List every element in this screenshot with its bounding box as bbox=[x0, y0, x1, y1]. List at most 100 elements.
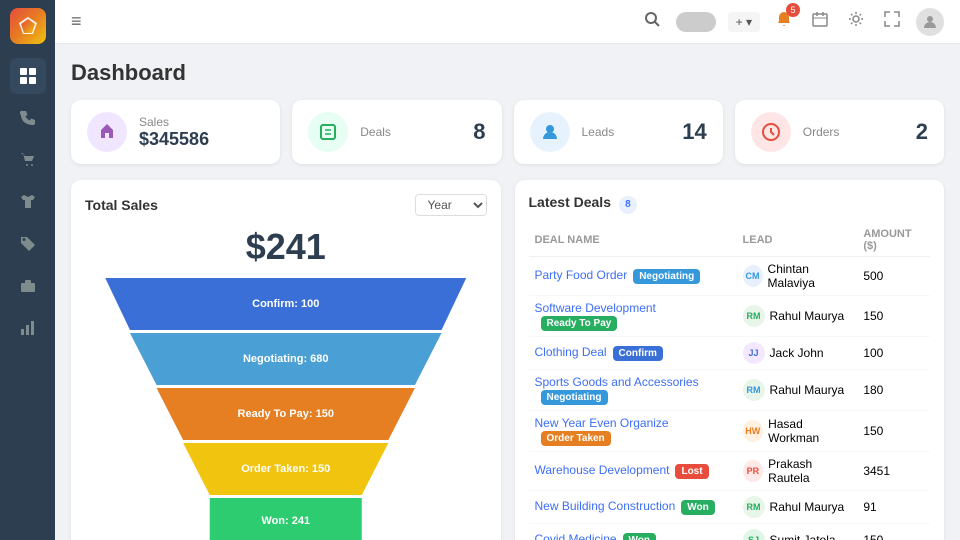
table-row: Clothing Deal Confirm JJ Jack John 100 bbox=[529, 336, 931, 369]
lead-avatar: PR bbox=[743, 460, 764, 482]
lead-avatar: JJ bbox=[743, 342, 765, 364]
lead-avatar: SJ bbox=[743, 529, 765, 540]
user-avatar[interactable] bbox=[916, 8, 944, 36]
funnel-segment-2: Ready To Pay: 150 bbox=[96, 388, 476, 440]
table-row: Covid Medicine Won SJ Sumit Jatola 150 bbox=[529, 523, 931, 540]
orders-info: Orders bbox=[803, 125, 904, 139]
latest-deals-header: Latest Deals 8 bbox=[529, 194, 931, 214]
status-badge: Lost bbox=[675, 464, 708, 479]
funnel-segment-3: Order Taken: 150 bbox=[96, 443, 476, 495]
deal-name-link[interactable]: Software Development bbox=[535, 301, 656, 315]
funnel-segment-0: Confirm: 100 bbox=[96, 278, 476, 330]
lead-avatar: CM bbox=[743, 265, 763, 287]
sidebar bbox=[0, 0, 55, 540]
sidebar-item-briefcase[interactable] bbox=[10, 268, 46, 304]
sales-label: Sales bbox=[139, 115, 264, 129]
sidebar-item-chart[interactable] bbox=[10, 310, 46, 346]
sidebar-item-tag[interactable] bbox=[10, 226, 46, 262]
lead-name: Rahul Maurya bbox=[770, 309, 845, 323]
sidebar-item-dashboard[interactable] bbox=[10, 58, 46, 94]
deals-count: 8 bbox=[473, 119, 485, 145]
table-row: Sports Goods and AccessoriesNegotiatingR… bbox=[529, 369, 931, 410]
lead-cell: JJ Jack John bbox=[737, 336, 858, 369]
deals-icon bbox=[308, 112, 348, 152]
search-icon[interactable] bbox=[640, 7, 664, 36]
total-sales-header: Total Sales YearMonthWeekDay bbox=[85, 194, 487, 216]
lead-cell: SJ Sumit Jatola bbox=[737, 523, 858, 540]
deal-name-link[interactable]: Warehouse Development bbox=[535, 463, 670, 477]
fullscreen-icon[interactable] bbox=[880, 7, 904, 36]
lead-avatar: RM bbox=[743, 496, 765, 518]
content-area: Dashboard Sales $345586 bbox=[55, 44, 960, 540]
deal-name-cell: Covid Medicine Won bbox=[529, 523, 737, 540]
status-badge: Won bbox=[623, 533, 656, 540]
main-content: ≡ + ▾ 5 bbox=[55, 0, 960, 540]
sidebar-item-cart[interactable] bbox=[10, 142, 46, 178]
deal-name-cell: New Year Even OrganizeOrder Taken bbox=[529, 410, 737, 451]
sales-info: Sales $345586 bbox=[139, 115, 264, 150]
deal-amount: 500 bbox=[857, 256, 930, 295]
table-row: Software DevelopmentReady To PayRMRahul … bbox=[529, 295, 931, 336]
deal-name-link[interactable]: Sports Goods and Accessories bbox=[535, 375, 699, 389]
notification-count: 5 bbox=[786, 3, 800, 17]
table-row: New Year Even OrganizeOrder TakenHWHasad… bbox=[529, 410, 931, 451]
leads-icon bbox=[530, 112, 570, 152]
main-panels: Total Sales YearMonthWeekDay $241 Confir… bbox=[71, 180, 944, 540]
stat-card-deals[interactable]: Deals 8 bbox=[292, 100, 501, 164]
stat-cards: Sales $345586 Deals 8 bbox=[71, 100, 944, 164]
menu-button[interactable]: ≡ bbox=[71, 11, 82, 32]
deals-label: Deals bbox=[360, 125, 461, 139]
deal-amount: 150 bbox=[857, 523, 930, 540]
deal-name-cell: Sports Goods and AccessoriesNegotiating bbox=[529, 369, 737, 410]
funnel-chart: Confirm: 100Negotiating: 680Ready To Pay… bbox=[85, 278, 487, 540]
sales-icon bbox=[87, 112, 127, 152]
app-logo[interactable] bbox=[10, 8, 46, 44]
total-sales-period-select[interactable]: YearMonthWeekDay bbox=[415, 194, 487, 216]
lead-name: Hasad Workman bbox=[768, 417, 851, 445]
deal-amount: 100 bbox=[857, 336, 930, 369]
latest-deals-title: Latest Deals 8 bbox=[529, 194, 637, 214]
lead-name: Sumit Jatola bbox=[770, 533, 836, 540]
lead-cell: CMChintan Malaviya bbox=[737, 256, 858, 295]
deal-name-cell: Software DevelopmentReady To Pay bbox=[529, 295, 737, 336]
add-button[interactable]: + ▾ bbox=[728, 12, 760, 32]
deal-name-link[interactable]: Clothing Deal bbox=[535, 345, 607, 359]
deal-name-cell: New Building Construction Won bbox=[529, 490, 737, 523]
topbar: ≡ + ▾ 5 bbox=[55, 0, 960, 44]
stat-card-orders[interactable]: Orders 2 bbox=[735, 100, 944, 164]
deal-name-link[interactable]: Party Food Order bbox=[535, 268, 628, 282]
theme-toggle[interactable] bbox=[676, 12, 716, 32]
stat-card-sales[interactable]: Sales $345586 bbox=[71, 100, 280, 164]
leads-label: Leads bbox=[582, 125, 671, 139]
deals-col-amount: AMOUNT ($) bbox=[857, 224, 930, 257]
status-badge: Confirm bbox=[613, 346, 663, 361]
lead-name: Rahul Maurya bbox=[770, 500, 845, 514]
latest-deals-count: 8 bbox=[619, 196, 637, 214]
stat-card-leads[interactable]: Leads 14 bbox=[514, 100, 723, 164]
deal-name-link[interactable]: Covid Medicine bbox=[535, 532, 617, 540]
notification-bell[interactable]: 5 bbox=[772, 7, 796, 36]
lead-cell: RMRahul Maurya bbox=[737, 369, 858, 410]
total-sales-panel: Total Sales YearMonthWeekDay $241 Confir… bbox=[71, 180, 501, 540]
orders-count: 2 bbox=[916, 119, 928, 145]
lead-cell: RMRahul Maurya bbox=[737, 295, 858, 336]
lead-name: Jack John bbox=[770, 346, 824, 360]
deal-name-link[interactable]: New Year Even Organize bbox=[535, 416, 669, 430]
deals-col-lead: LEAD bbox=[737, 224, 858, 257]
sidebar-item-phone[interactable] bbox=[10, 100, 46, 136]
table-row: New Building Construction Won RM Rahul Maur… bbox=[529, 490, 931, 523]
deals-table: DEAL NAME LEAD AMOUNT ($) Party Food Ord… bbox=[529, 224, 931, 540]
deal-amount: 3451 bbox=[857, 451, 930, 490]
deal-amount: 180 bbox=[857, 369, 930, 410]
deal-amount: 91 bbox=[857, 490, 930, 523]
status-badge: Won bbox=[681, 500, 714, 515]
sidebar-item-shirt[interactable] bbox=[10, 184, 46, 220]
total-sales-amount: $241 bbox=[85, 226, 487, 268]
funnel-segment-1: Negotiating: 680 bbox=[96, 333, 476, 385]
calendar-icon[interactable] bbox=[808, 7, 832, 36]
table-row: Warehouse Development Lost PRPrakash Raute… bbox=[529, 451, 931, 490]
status-badge: Ready To Pay bbox=[541, 316, 618, 331]
settings-icon[interactable] bbox=[844, 7, 868, 36]
deal-name-link[interactable]: New Building Construction bbox=[535, 499, 676, 513]
lead-cell: PRPrakash Rautela bbox=[737, 451, 858, 490]
